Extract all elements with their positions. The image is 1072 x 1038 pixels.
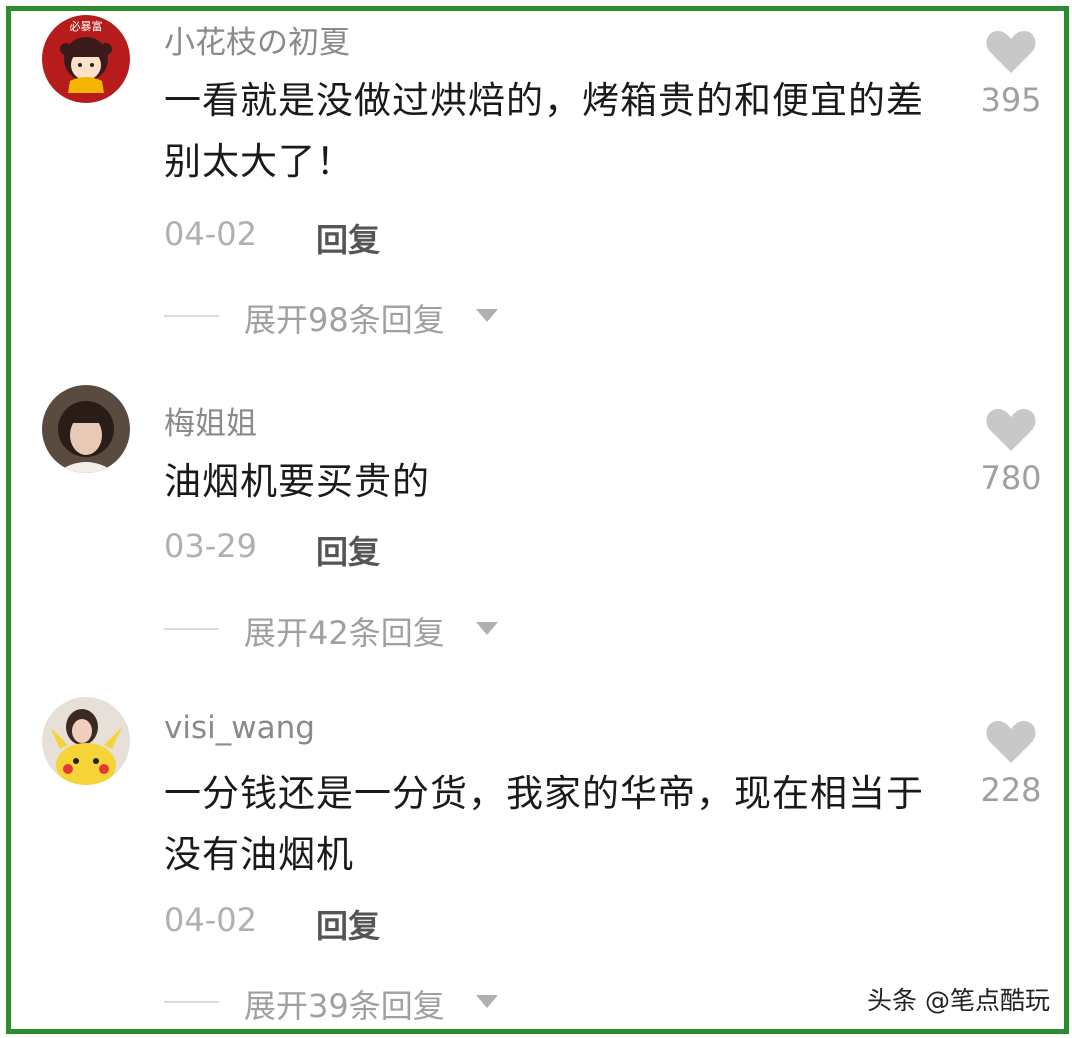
like-button[interactable]: 395 [971,29,1051,119]
like-count: 228 [980,771,1042,809]
reply-button[interactable]: 回复 [316,901,380,947]
expand-replies-label: 展开98条回复 [244,301,445,339]
like-button[interactable]: 780 [971,407,1051,497]
comment-text: 一看就是没做过烘焙的，烤箱贵的和便宜的差别太大了！ [164,79,924,183]
comment-username[interactable]: 梅姐姐 [164,398,257,443]
heart-icon [986,721,1036,763]
pikachu-photo-avatar-icon [42,697,130,785]
comment-date: 04-02 [164,901,257,939]
chevron-down-icon [476,995,498,1008]
reply-button[interactable]: 回复 [316,527,380,573]
comment-text: 油烟机要买贵的 [164,460,430,503]
woman-photo-avatar-icon [42,385,130,473]
divider-line [164,1001,219,1003]
like-button[interactable]: 228 [971,719,1051,809]
like-count: 780 [980,459,1042,497]
heart-icon [986,409,1036,451]
comment-list-frame: 必暴富 小花枝の初夏 一看就是没做过烘焙的，烤箱贵的和便宜的差别太大了！ 04-… [6,6,1069,1034]
chevron-down-icon [476,622,498,635]
watermark: 头条 @笔点酷玩 [867,986,1050,1015]
avatar-caption: 必暴富 [69,20,103,33]
expand-replies-label: 展开42条回复 [244,614,445,652]
reply-button[interactable]: 回复 [316,215,380,261]
expand-replies-label: 展开39条回复 [244,987,445,1025]
divider-line [164,315,219,317]
comment-date: 03-29 [164,527,257,565]
avatar[interactable]: 必暴富 [42,15,130,103]
chevron-down-icon [476,309,498,322]
comment-username[interactable]: 小花枝の初夏 [164,17,350,62]
comment-username[interactable]: visi_wang [164,710,315,746]
like-count: 395 [980,81,1042,119]
comment-date: 04-02 [164,215,257,253]
avatar[interactable] [42,385,130,473]
avatar[interactable] [42,697,130,785]
heart-icon [986,31,1036,73]
comment-text: 一分钱还是一分货，我家的华帝，现在相当于没有油烟机 [164,772,924,876]
divider-line [164,628,219,630]
